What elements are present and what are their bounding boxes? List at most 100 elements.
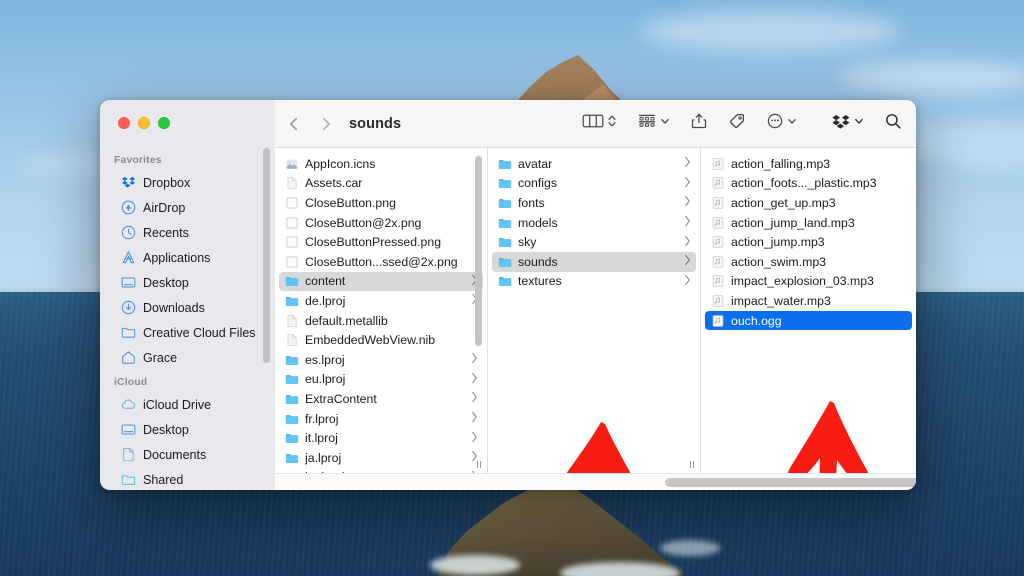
file-row-label: it.lproj xyxy=(305,431,338,446)
folder-icon xyxy=(285,412,299,426)
file-row[interactable]: fonts xyxy=(492,193,696,213)
sidebar-item-icloud-drive[interactable]: iCloud Drive xyxy=(107,392,268,417)
sidebar-item-desktop[interactable]: Desktop xyxy=(107,270,268,295)
image-icon xyxy=(285,235,299,249)
file-row[interactable]: eu.lproj xyxy=(279,370,483,390)
file-row-label: fonts xyxy=(518,195,545,210)
chevron-right-icon xyxy=(684,215,691,230)
sidebar-item-documents[interactable]: Documents xyxy=(107,442,268,467)
sidebar-item-creative-cloud-files[interactable]: Creative Cloud Files xyxy=(107,320,268,345)
file-icon xyxy=(285,176,299,190)
file-row[interactable]: textures xyxy=(492,272,696,292)
chevron-right-icon xyxy=(471,431,478,446)
main-pane: sounds AppIcon.icns Assets.car CloseButt… xyxy=(275,100,916,490)
file-row[interactable]: EmbeddedWebView.nib xyxy=(279,330,483,350)
home-icon xyxy=(121,350,136,365)
audio-icon xyxy=(711,235,725,249)
file-row-label: CloseButton...ssed@2x.png xyxy=(305,254,458,269)
sidebar-item-recents[interactable]: Recents xyxy=(107,220,268,245)
file-row[interactable]: avatar xyxy=(492,154,696,174)
close-button[interactable] xyxy=(118,117,130,129)
file-row[interactable]: configs xyxy=(492,174,696,194)
file-row[interactable]: es.lproj xyxy=(279,350,483,370)
file-row-label: impact_explosion_03.mp3 xyxy=(731,274,874,289)
file-row[interactable]: AppIcon.icns xyxy=(279,154,483,174)
image-icon xyxy=(285,196,299,210)
file-row[interactable]: ja.lproj xyxy=(279,448,483,468)
file-row[interactable]: CloseButtonPressed.png xyxy=(279,232,483,252)
sidebar-item-grace[interactable]: Grace xyxy=(107,345,268,370)
chevron-right-icon xyxy=(684,235,691,250)
file-row[interactable]: Assets.car xyxy=(279,174,483,194)
sidebar-scrollbar[interactable] xyxy=(263,148,270,363)
more-actions-button[interactable] xyxy=(766,112,797,135)
file-row[interactable]: sky xyxy=(492,232,696,252)
column-scrollbar[interactable] xyxy=(475,156,482,346)
minimize-button[interactable] xyxy=(138,117,150,129)
file-row[interactable]: action_falling.mp3 xyxy=(705,154,912,174)
file-row[interactable]: action_swim.mp3 xyxy=(705,252,912,272)
sidebar-item-shared[interactable]: Shared xyxy=(107,467,268,490)
navigation-buttons xyxy=(285,115,335,133)
folder-icon xyxy=(498,157,512,171)
folder-icon xyxy=(498,176,512,190)
file-row[interactable]: ExtraContent xyxy=(279,389,483,409)
sidebar-item-label: Desktop xyxy=(143,275,189,290)
search-button[interactable] xyxy=(884,112,902,135)
file-row[interactable]: action_jump.mp3 xyxy=(705,232,912,252)
file-row-label: ExtraContent xyxy=(305,391,377,406)
file-row[interactable]: default.metallib xyxy=(279,311,483,331)
file-row[interactable]: action_foots..._plastic.mp3 xyxy=(705,174,912,194)
file-row[interactable]: fr.lproj xyxy=(279,409,483,429)
file-row[interactable]: CloseButton@2x.png xyxy=(279,213,483,233)
column-content[interactable]: avatar configs fonts models sky sounds texture… xyxy=(488,148,701,473)
sidebar-item-desktop-icloud[interactable]: Desktop xyxy=(107,417,268,442)
more-ellipsis-icon xyxy=(766,112,784,135)
file-row[interactable]: sounds xyxy=(492,251,696,272)
chevron-right-icon xyxy=(684,156,691,171)
horizontal-scrollbar-thumb[interactable] xyxy=(665,478,916,487)
column-app-contents[interactable]: AppIcon.icns Assets.car CloseButton.png Clo… xyxy=(275,148,488,473)
sidebar-item-dropbox[interactable]: Dropbox xyxy=(107,170,268,195)
file-row[interactable]: impact_explosion_03.mp3 xyxy=(705,272,912,292)
sidebar-item-airdrop[interactable]: AirDrop xyxy=(107,195,268,220)
column-resize-handle[interactable] xyxy=(687,459,698,470)
sidebar-item-label: Creative Cloud Files xyxy=(143,325,256,340)
file-row[interactable]: de.lproj xyxy=(279,291,483,311)
column-rows: AppIcon.icns Assets.car CloseButton.png Clo… xyxy=(275,154,487,473)
horizontal-scrollbar[interactable] xyxy=(275,473,916,490)
file-row[interactable]: CloseButton...ssed@2x.png xyxy=(279,252,483,272)
sidebar-scroll-area[interactable]: Favorites Dropbox AirDrop Recents Applic… xyxy=(100,148,275,490)
column-view-icon xyxy=(582,112,604,135)
column-rows: action_falling.mp3 action_foots..._plasti… xyxy=(701,154,916,331)
file-row-label: Assets.car xyxy=(305,176,363,191)
share-button[interactable] xyxy=(690,112,708,135)
chevron-down-icon xyxy=(787,112,797,135)
file-row[interactable]: action_get_up.mp3 xyxy=(705,193,912,213)
file-row[interactable]: impact_water.mp3 xyxy=(705,291,912,311)
column-sounds[interactable]: action_falling.mp3 action_foots..._plasti… xyxy=(701,148,916,473)
file-row-label: sounds xyxy=(518,254,558,269)
sidebar-item-downloads[interactable]: Downloads xyxy=(107,295,268,320)
folder-icon xyxy=(285,353,299,367)
file-row[interactable]: it.lproj xyxy=(279,428,483,448)
forward-button[interactable] xyxy=(317,115,335,133)
view-mode-button[interactable] xyxy=(582,112,617,135)
file-row[interactable]: ouch.ogg xyxy=(705,310,912,331)
file-row[interactable]: content xyxy=(279,271,483,292)
stepper-chevrons-icon xyxy=(607,112,617,135)
folder-icon xyxy=(285,451,299,465)
column-resize-handle[interactable] xyxy=(474,459,485,470)
sidebar-item-applications[interactable]: Applications xyxy=(107,245,268,270)
maximize-button[interactable] xyxy=(158,117,170,129)
sidebar-item-label: Grace xyxy=(143,350,178,365)
file-row[interactable]: CloseButton.png xyxy=(279,193,483,213)
file-row-label: ja.lproj xyxy=(305,450,342,465)
file-row[interactable]: models xyxy=(492,213,696,233)
dropbox-button[interactable] xyxy=(831,112,864,135)
group-by-button[interactable] xyxy=(637,112,670,135)
file-row[interactable]: action_jump_land.mp3 xyxy=(705,213,912,233)
tags-button[interactable] xyxy=(728,112,746,135)
back-button[interactable] xyxy=(285,115,303,133)
sea-foam xyxy=(430,555,520,575)
